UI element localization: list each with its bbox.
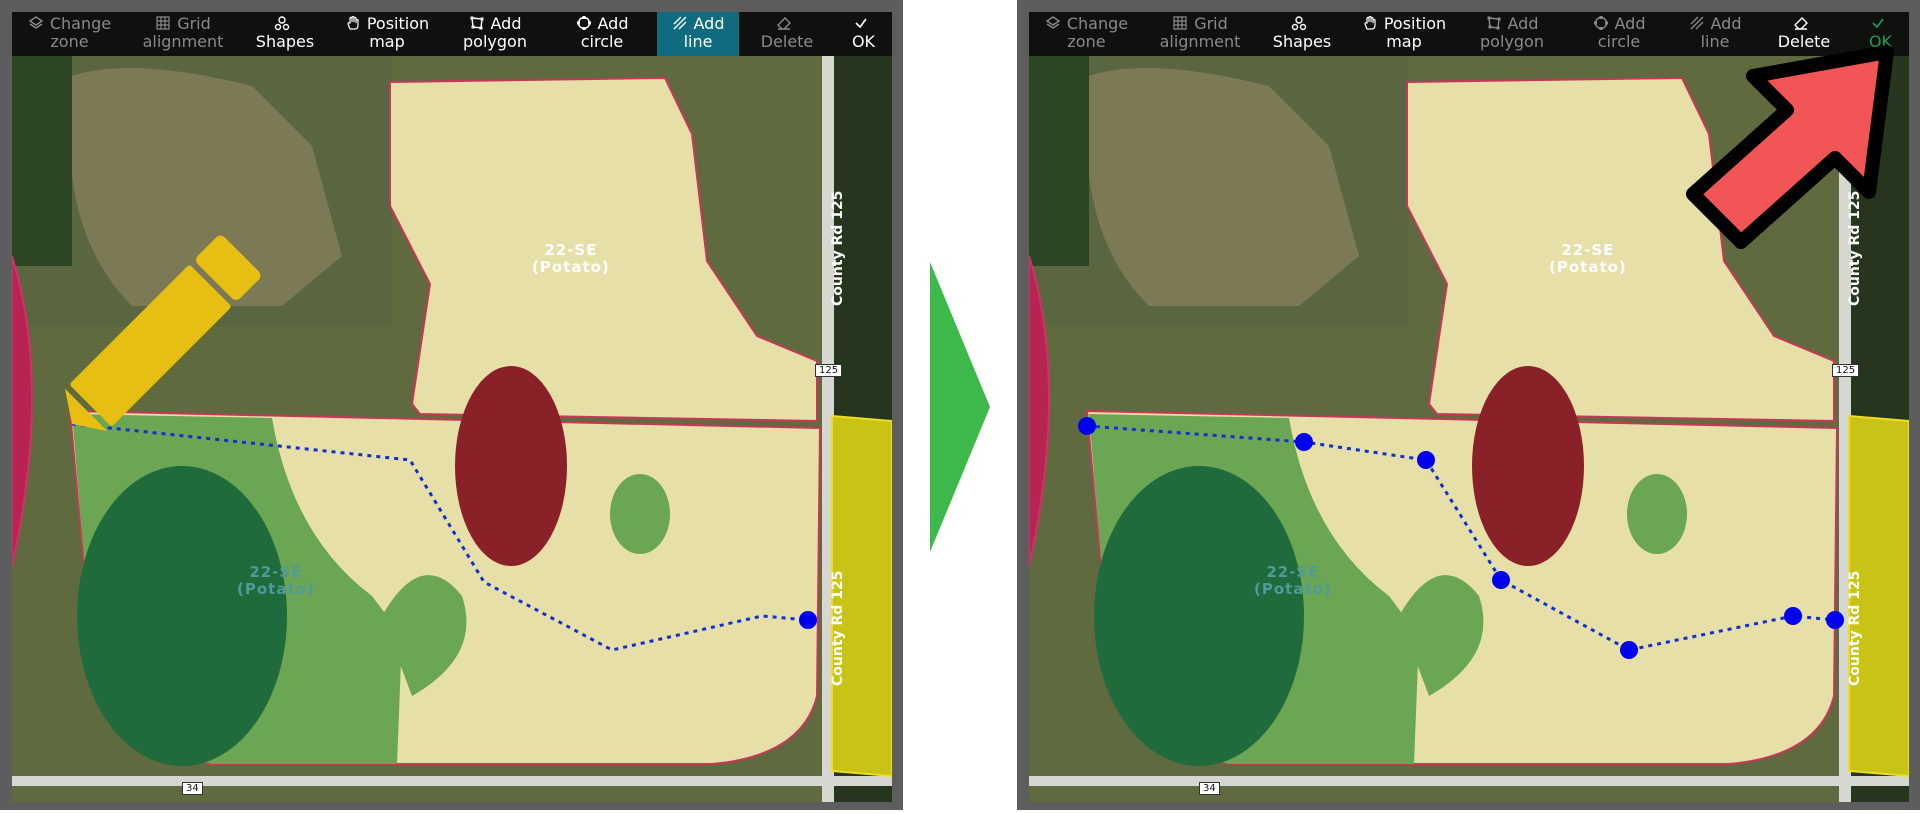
after-panel: 22-SE (Potato) 22-SE (Potato) County Rd 12… — [1017, 0, 1920, 810]
route-shield-125: 125 — [815, 364, 843, 377]
tool-label-line2: OK — [851, 32, 876, 51]
line-vertex[interactable] — [799, 611, 817, 629]
line-vertex[interactable] — [1078, 417, 1096, 435]
zone-label-south: 22-SE (Potato) — [237, 563, 315, 598]
tool-label-line1: Add — [1614, 14, 1646, 33]
before-panel: 22-SE (Potato) 22-SE (Potato) County Rd 12… — [0, 0, 903, 810]
zone-label-north: 22-SE (Potato) — [532, 241, 610, 276]
tool-label-line1: Add — [693, 14, 725, 33]
tool-label-line1: Grid — [177, 14, 211, 33]
tool-label-line1: Add — [1710, 14, 1742, 33]
check-icon — [853, 15, 869, 31]
route-shield-34: 34 — [182, 782, 203, 795]
shapes-button[interactable]: Shapes — [1256, 12, 1348, 56]
satellite-map[interactable] — [12, 56, 892, 802]
circle-icon — [576, 15, 592, 31]
add-line-button[interactable]: Add line — [657, 12, 739, 56]
line-icon — [672, 15, 688, 31]
tool-label-line2: map — [369, 32, 405, 51]
pointer-arrow-icon — [1686, 45, 1894, 249]
hand-icon — [345, 15, 361, 31]
shapes-button[interactable]: Shapes — [239, 12, 331, 56]
delete-button[interactable]: Delete — [739, 12, 835, 56]
road-label-top: County Rd 125 — [830, 190, 846, 306]
zone-dark-green — [1094, 466, 1304, 766]
circle-icon — [1593, 15, 1609, 31]
eraser-icon — [776, 15, 792, 31]
tool-label-line1: Add — [597, 14, 629, 33]
change-zone-button[interactable]: Change zone — [1029, 12, 1144, 56]
position-map-button[interactable]: Position map — [1348, 12, 1460, 56]
tool-label-line2: circle — [580, 32, 624, 51]
tool-label-line1: Position — [1383, 14, 1447, 33]
tool-label-line1: Add — [1507, 14, 1539, 33]
layers-icon — [1045, 15, 1061, 31]
eraser-icon — [1793, 15, 1809, 31]
grid-icon — [155, 15, 171, 31]
tool-label-line2: polygon — [463, 32, 527, 51]
line-vertex[interactable] — [1492, 571, 1510, 589]
road-34-horizontal — [1029, 776, 1909, 786]
shapes-icon — [1291, 15, 1307, 31]
tool-label-line1: Grid — [1194, 14, 1228, 33]
tool-label-line2: Shapes — [255, 32, 315, 51]
grid-alignment-button[interactable]: Grid alignment — [127, 12, 239, 56]
zone-dark-green — [77, 466, 287, 766]
zone-red-ellipse — [1472, 366, 1584, 566]
tool-label-line2: map — [1386, 32, 1422, 51]
tool-label-line2: Delete — [760, 32, 814, 51]
road-34-horizontal — [12, 776, 892, 786]
zone-label-north: 22-SE (Potato) — [1549, 241, 1627, 276]
tool-label-line1: Change — [1066, 14, 1129, 33]
hand-icon — [1362, 15, 1378, 31]
line-vertex[interactable] — [1620, 641, 1638, 659]
line-icon — [1689, 15, 1705, 31]
tool-label-line1: Change — [49, 14, 112, 33]
tool-label-line1: Add — [490, 14, 522, 33]
tool-label-line2: alignment — [142, 32, 224, 51]
check-icon — [1870, 15, 1886, 31]
tool-label-line2: zone — [50, 32, 89, 51]
tool-label-line2: zone — [1067, 32, 1106, 51]
road-label-bottom: County Rd 125 — [830, 570, 846, 686]
zone-label-south: 22-SE (Potato) — [1254, 563, 1332, 598]
line-vertex[interactable] — [1826, 611, 1844, 629]
next-step-arrow-icon — [930, 262, 990, 552]
ok-button[interactable]: OK — [835, 12, 892, 56]
zone-green-small — [1627, 474, 1687, 554]
field-map[interactable]: 22-SE (Potato) 22-SE (Potato) County Rd 12… — [12, 56, 892, 802]
polygon-icon — [1486, 15, 1502, 31]
road-label-bottom: County Rd 125 — [1847, 570, 1863, 686]
route-shield-125: 125 — [1832, 364, 1860, 377]
shapes-icon — [274, 15, 290, 31]
tool-label-line2: line — [683, 32, 713, 51]
zone-green-small — [610, 474, 670, 554]
tool-label-line2: polygon — [1480, 32, 1544, 51]
polygon-icon — [469, 15, 485, 31]
line-vertex[interactable] — [1784, 607, 1802, 625]
layers-icon — [28, 15, 44, 31]
change-zone-button[interactable]: Change zone — [12, 12, 127, 56]
grid-icon — [1172, 15, 1188, 31]
tool-label-line2: alignment — [1159, 32, 1241, 51]
route-shield-34: 34 — [1199, 782, 1220, 795]
tool-label-line2: Shapes — [1272, 32, 1332, 51]
line-vertex[interactable] — [1417, 451, 1435, 469]
grid-alignment-button[interactable]: Grid alignment — [1144, 12, 1256, 56]
add-polygon-button[interactable]: Add polygon — [1460, 12, 1564, 56]
tool-label-line1: Position — [366, 14, 430, 33]
position-map-button[interactable]: Position map — [331, 12, 443, 56]
map-toolbar: Change zone Grid alignment Shapes Position map… — [12, 12, 892, 56]
zone-red-ellipse — [455, 366, 567, 566]
add-polygon-button[interactable]: Add polygon — [443, 12, 547, 56]
line-vertex[interactable] — [1295, 433, 1313, 451]
add-circle-button[interactable]: Add circle — [547, 12, 657, 56]
